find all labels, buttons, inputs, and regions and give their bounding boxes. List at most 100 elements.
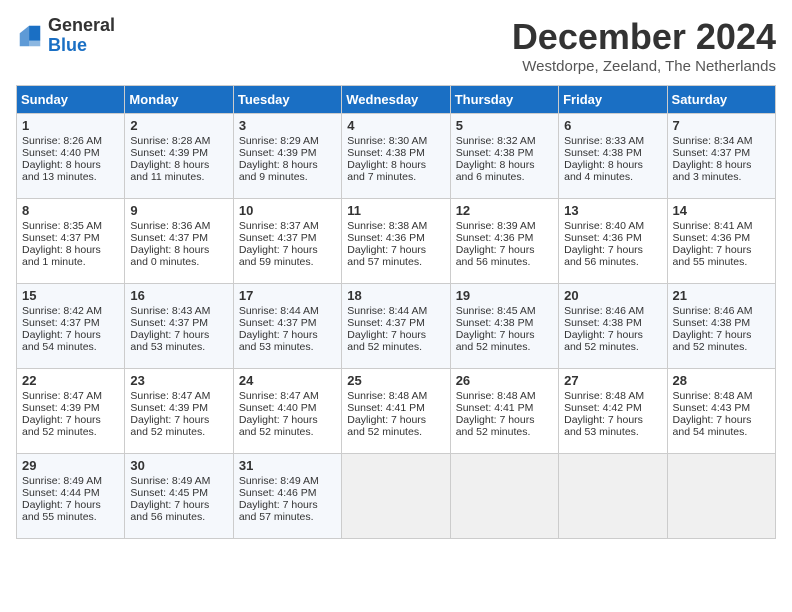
calendar-cell: 4Sunrise: 8:30 AMSunset: 4:38 PMDaylight…: [342, 114, 450, 199]
calendar-header-sunday: Sunday: [17, 86, 125, 114]
day-info-line: Sunset: 4:37 PM: [22, 232, 119, 244]
day-info-line: Sunrise: 8:49 AM: [130, 475, 227, 487]
calendar-header-thursday: Thursday: [450, 86, 558, 114]
day-info-line: Sunset: 4:38 PM: [564, 147, 661, 159]
day-number: 9: [130, 203, 227, 218]
calendar-week-row: 8Sunrise: 8:35 AMSunset: 4:37 PMDaylight…: [17, 199, 776, 284]
day-info-line: Sunset: 4:38 PM: [347, 147, 444, 159]
calendar-cell: 27Sunrise: 8:48 AMSunset: 4:42 PMDayligh…: [559, 369, 667, 454]
day-info-line: Daylight: 7 hours and 52 minutes.: [22, 414, 119, 438]
day-number: 6: [564, 118, 661, 133]
day-info-line: Daylight: 7 hours and 57 minutes.: [347, 244, 444, 268]
day-info-line: Sunset: 4:45 PM: [130, 487, 227, 499]
day-number: 20: [564, 288, 661, 303]
day-info-line: Sunrise: 8:42 AM: [22, 305, 119, 317]
day-number: 16: [130, 288, 227, 303]
day-info-line: Sunset: 4:41 PM: [456, 402, 553, 414]
day-info-line: Daylight: 8 hours and 1 minute.: [22, 244, 119, 268]
day-number: 26: [456, 373, 553, 388]
day-info-line: Sunrise: 8:39 AM: [456, 220, 553, 232]
day-info-line: Sunset: 4:42 PM: [564, 402, 661, 414]
page-header: General Blue December 2024 Westdorpe, Ze…: [16, 16, 776, 75]
calendar-cell: 21Sunrise: 8:46 AMSunset: 4:38 PMDayligh…: [667, 284, 775, 369]
day-info-line: Daylight: 7 hours and 54 minutes.: [22, 329, 119, 353]
day-info-line: Daylight: 8 hours and 4 minutes.: [564, 159, 661, 183]
day-info-line: Sunset: 4:38 PM: [673, 317, 770, 329]
calendar-cell: 31Sunrise: 8:49 AMSunset: 4:46 PMDayligh…: [233, 454, 341, 539]
day-info-line: Daylight: 7 hours and 54 minutes.: [673, 414, 770, 438]
day-number: 18: [347, 288, 444, 303]
calendar-header-monday: Monday: [125, 86, 233, 114]
day-info-line: Sunset: 4:43 PM: [673, 402, 770, 414]
calendar-cell: 25Sunrise: 8:48 AMSunset: 4:41 PMDayligh…: [342, 369, 450, 454]
calendar-cell: 7Sunrise: 8:34 AMSunset: 4:37 PMDaylight…: [667, 114, 775, 199]
title-block: December 2024 Westdorpe, Zeeland, The Ne…: [512, 16, 776, 75]
day-info-line: Sunset: 4:39 PM: [130, 402, 227, 414]
day-info-line: Daylight: 7 hours and 53 minutes.: [239, 329, 336, 353]
day-number: 13: [564, 203, 661, 218]
logo-blue: Blue: [48, 36, 115, 56]
calendar-table: SundayMondayTuesdayWednesdayThursdayFrid…: [16, 85, 776, 539]
day-info-line: Daylight: 8 hours and 13 minutes.: [22, 159, 119, 183]
calendar-cell: 3Sunrise: 8:29 AMSunset: 4:39 PMDaylight…: [233, 114, 341, 199]
day-number: 19: [456, 288, 553, 303]
day-info-line: Sunset: 4:37 PM: [239, 232, 336, 244]
day-number: 30: [130, 458, 227, 473]
day-info-line: Sunrise: 8:34 AM: [673, 135, 770, 147]
day-info-line: Daylight: 8 hours and 0 minutes.: [130, 244, 227, 268]
calendar-header-saturday: Saturday: [667, 86, 775, 114]
day-info-line: Sunset: 4:38 PM: [564, 317, 661, 329]
day-number: 31: [239, 458, 336, 473]
day-info-line: Daylight: 7 hours and 55 minutes.: [22, 499, 119, 523]
day-info-line: Sunrise: 8:26 AM: [22, 135, 119, 147]
calendar-cell: [667, 454, 775, 539]
day-info-line: Daylight: 7 hours and 56 minutes.: [456, 244, 553, 268]
day-info-line: Sunrise: 8:48 AM: [456, 390, 553, 402]
day-number: 12: [456, 203, 553, 218]
day-info-line: Sunrise: 8:35 AM: [22, 220, 119, 232]
day-info-line: Sunrise: 8:49 AM: [22, 475, 119, 487]
calendar-week-row: 1Sunrise: 8:26 AMSunset: 4:40 PMDaylight…: [17, 114, 776, 199]
calendar-header-wednesday: Wednesday: [342, 86, 450, 114]
day-info-line: Daylight: 7 hours and 52 minutes.: [456, 414, 553, 438]
calendar-week-row: 15Sunrise: 8:42 AMSunset: 4:37 PMDayligh…: [17, 284, 776, 369]
day-number: 29: [22, 458, 119, 473]
calendar-cell: [450, 454, 558, 539]
day-info-line: Sunrise: 8:43 AM: [130, 305, 227, 317]
day-info-line: Sunrise: 8:36 AM: [130, 220, 227, 232]
day-info-line: Sunset: 4:44 PM: [22, 487, 119, 499]
calendar-week-row: 29Sunrise: 8:49 AMSunset: 4:44 PMDayligh…: [17, 454, 776, 539]
day-number: 11: [347, 203, 444, 218]
calendar-cell: 13Sunrise: 8:40 AMSunset: 4:36 PMDayligh…: [559, 199, 667, 284]
calendar-cell: 16Sunrise: 8:43 AMSunset: 4:37 PMDayligh…: [125, 284, 233, 369]
day-info-line: Sunset: 4:38 PM: [456, 147, 553, 159]
calendar-cell: 11Sunrise: 8:38 AMSunset: 4:36 PMDayligh…: [342, 199, 450, 284]
day-info-line: Sunrise: 8:45 AM: [456, 305, 553, 317]
day-info-line: Sunrise: 8:46 AM: [564, 305, 661, 317]
calendar-cell: 1Sunrise: 8:26 AMSunset: 4:40 PMDaylight…: [17, 114, 125, 199]
day-number: 23: [130, 373, 227, 388]
day-info-line: Sunrise: 8:33 AM: [564, 135, 661, 147]
calendar-cell: 15Sunrise: 8:42 AMSunset: 4:37 PMDayligh…: [17, 284, 125, 369]
calendar-cell: 5Sunrise: 8:32 AMSunset: 4:38 PMDaylight…: [450, 114, 558, 199]
day-info-line: Sunset: 4:36 PM: [456, 232, 553, 244]
calendar-cell: 14Sunrise: 8:41 AMSunset: 4:36 PMDayligh…: [667, 199, 775, 284]
calendar-cell: 24Sunrise: 8:47 AMSunset: 4:40 PMDayligh…: [233, 369, 341, 454]
calendar-cell: 30 Sunrise: 8:49 AMSunset: 4:45 PMDayligh…: [125, 454, 233, 539]
day-info-line: Sunset: 4:40 PM: [22, 147, 119, 159]
day-info-line: Sunset: 4:36 PM: [673, 232, 770, 244]
calendar-cell: 17Sunrise: 8:44 AMSunset: 4:37 PMDayligh…: [233, 284, 341, 369]
day-info-line: Daylight: 7 hours and 56 minutes.: [130, 499, 227, 523]
day-number: 27: [564, 373, 661, 388]
calendar-week-row: 22Sunrise: 8:47 AMSunset: 4:39 PMDayligh…: [17, 369, 776, 454]
day-info-line: Sunset: 4:37 PM: [673, 147, 770, 159]
day-info-line: Sunrise: 8:49 AM: [239, 475, 336, 487]
day-info-line: Sunrise: 8:44 AM: [239, 305, 336, 317]
day-info-line: Sunrise: 8:47 AM: [22, 390, 119, 402]
day-info-line: Sunset: 4:41 PM: [347, 402, 444, 414]
location: Westdorpe, Zeeland, The Netherlands: [512, 58, 776, 75]
calendar-cell: 22Sunrise: 8:47 AMSunset: 4:39 PMDayligh…: [17, 369, 125, 454]
day-info-line: Daylight: 7 hours and 52 minutes.: [347, 414, 444, 438]
day-info-line: Sunset: 4:37 PM: [22, 317, 119, 329]
calendar-header-tuesday: Tuesday: [233, 86, 341, 114]
